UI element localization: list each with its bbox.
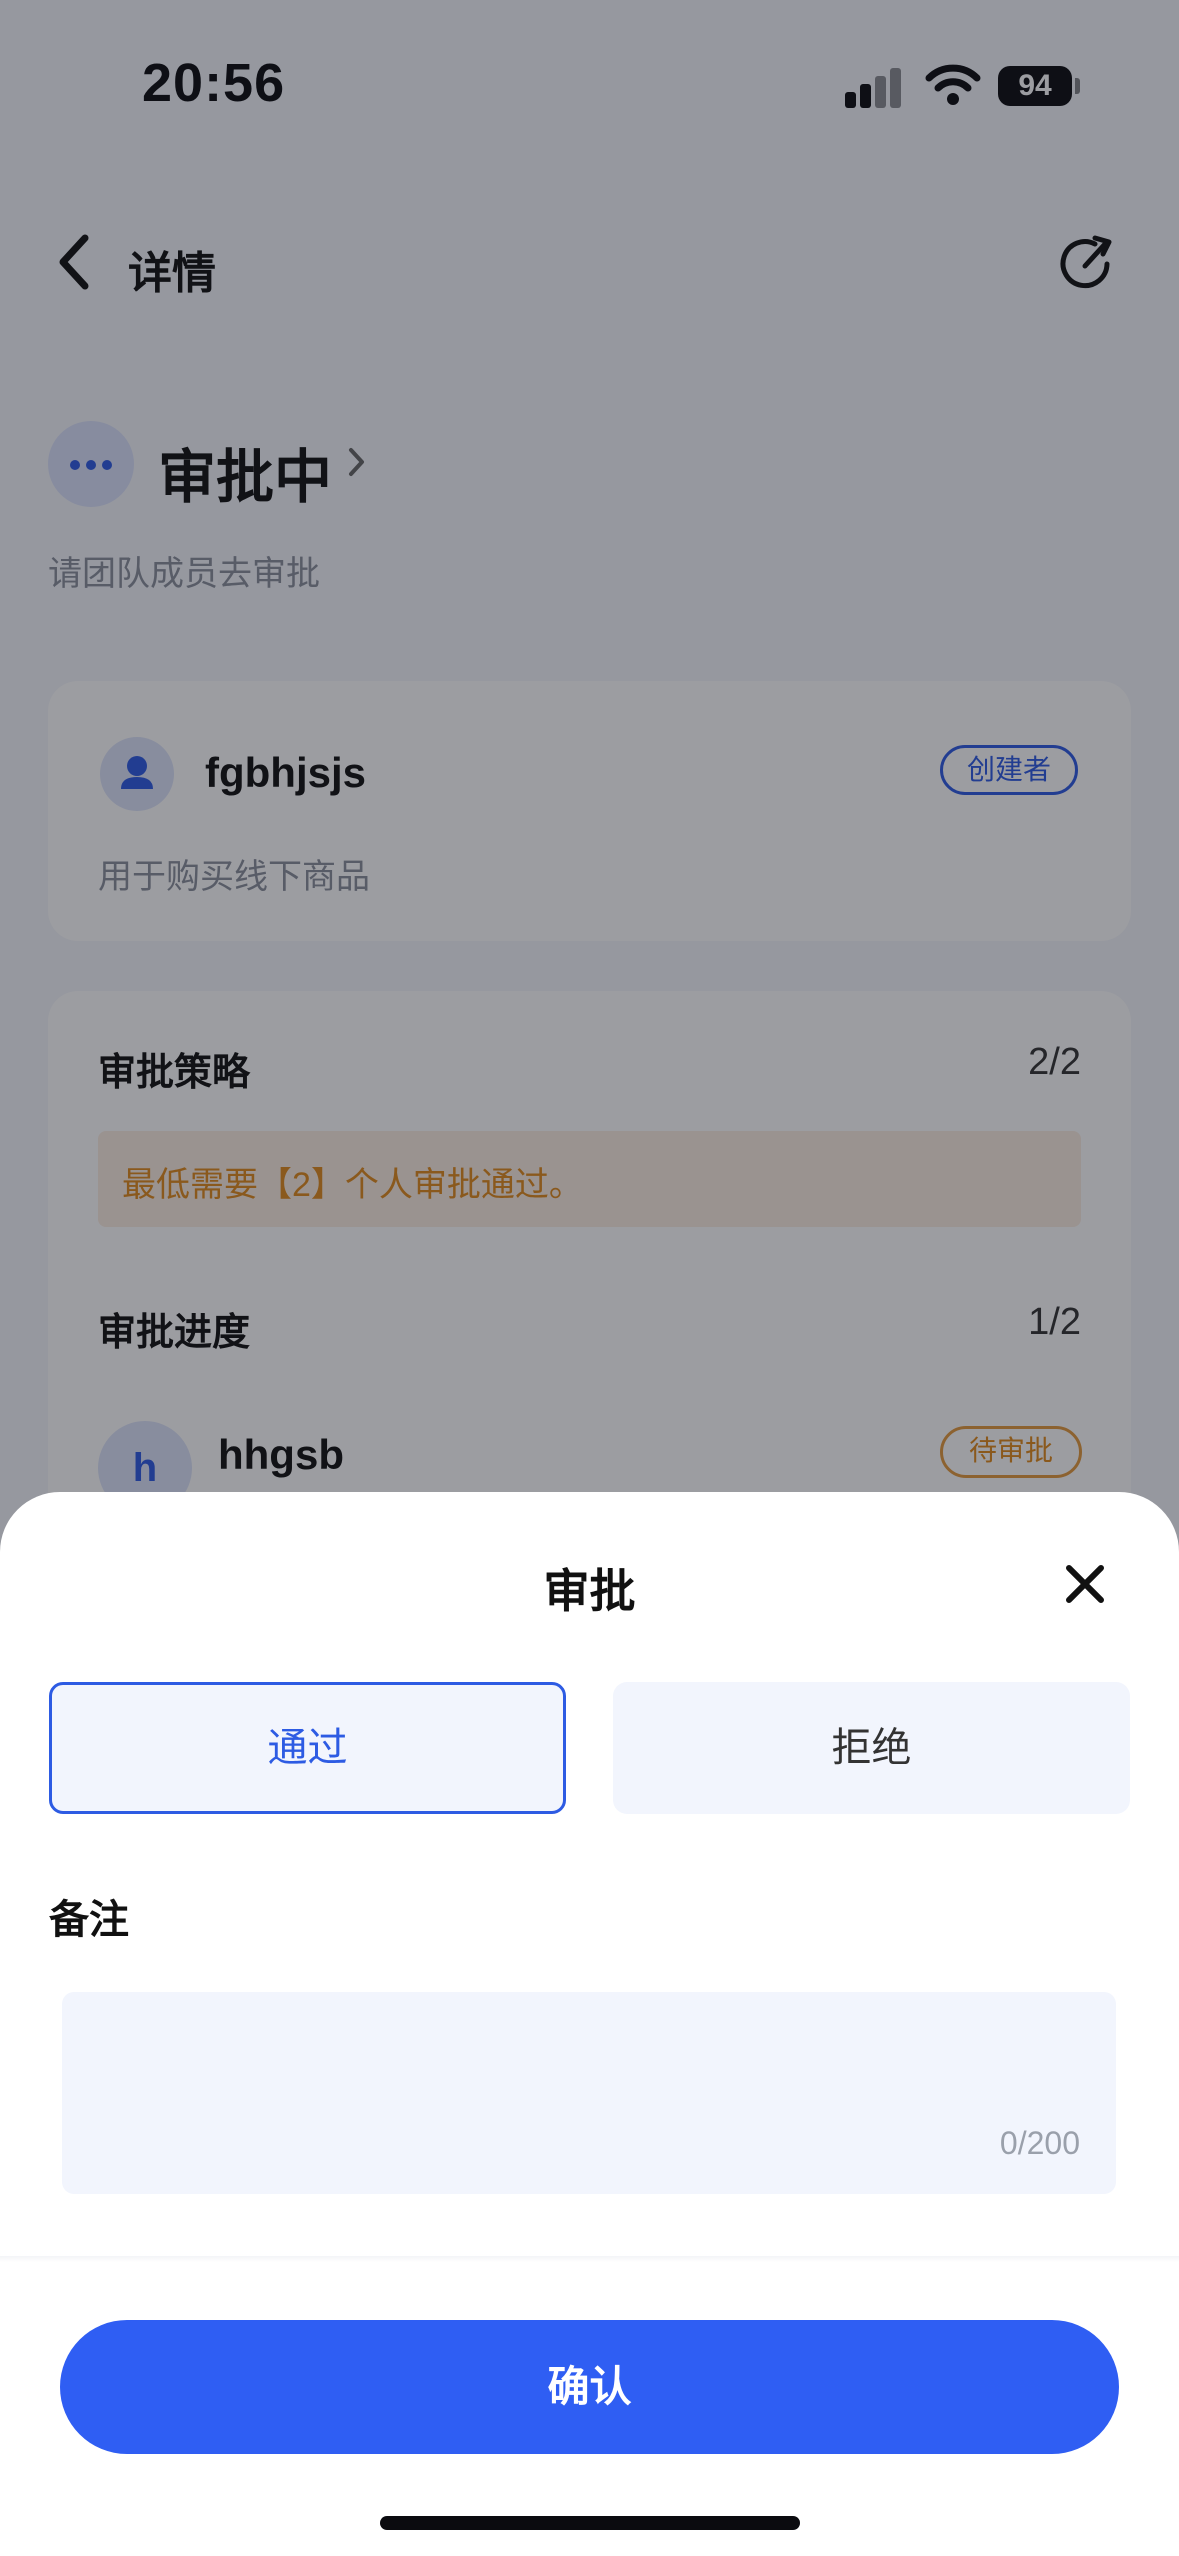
confirm-button[interactable]: 确认 <box>60 2320 1119 2454</box>
sheet-title: 审批 <box>543 1565 636 1617</box>
remark-textarea[interactable]: 0/200 <box>62 1992 1116 2194</box>
pass-option-button[interactable]: 通过 <box>49 1682 566 1814</box>
close-icon[interactable] <box>1063 1562 1107 1606</box>
home-indicator <box>380 2516 800 2530</box>
divider <box>0 2256 1179 2262</box>
approval-sheet: 审批 通过 拒绝 备注 0/200 确认 <box>0 1492 1179 2556</box>
remark-char-count: 0/200 <box>999 2125 1080 2161</box>
reject-option-button[interactable]: 拒绝 <box>613 1682 1130 1814</box>
remark-label: 备注 <box>49 1898 129 1942</box>
